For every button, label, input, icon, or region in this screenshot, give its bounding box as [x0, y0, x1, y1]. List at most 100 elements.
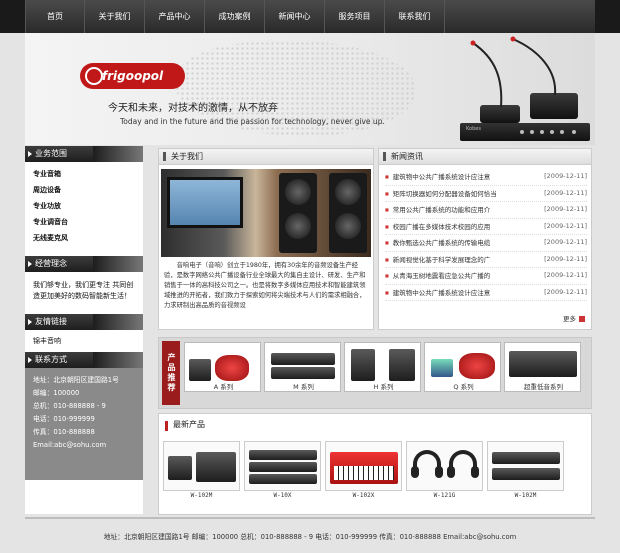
news-item[interactable]: 建筑物中公共广播系统设计应注意 [2009-12-11] [385, 285, 587, 301]
pedal-device [431, 359, 453, 377]
guitar-body [215, 355, 249, 381]
contact-address: 地址：北京朝阳区建国路1号 [33, 376, 119, 384]
category-item[interactable]: 周边设备 [33, 182, 143, 198]
knob-icon [540, 130, 544, 134]
nav-edge-left [0, 0, 25, 33]
news-item-date: [2009-12-11] [544, 287, 587, 296]
piano-keys [334, 466, 394, 480]
news-item-date: [2009-12-11] [544, 238, 587, 246]
new-product-card[interactable] [487, 441, 564, 491]
news-more-link[interactable]: 更多 [563, 313, 585, 323]
rack-device [271, 353, 335, 365]
showcase-caption: Q 系列 [453, 383, 474, 391]
contact-info: 地址：北京朝阳区建国路1号 邮编：100000 总机：010-888888 - … [25, 368, 143, 480]
nav-item-news[interactable]: 新闻中心 [265, 0, 325, 33]
category-item[interactable]: 无线麦克风 [33, 230, 143, 246]
category-item[interactable]: 专业调音台 [33, 214, 143, 230]
business-category-list: 专业音箱 周边设备 专业功放 专业调音台 无线麦克风 [25, 162, 143, 250]
news-item-title[interactable]: 矩阵切换器如何分配器设备如何恰当 [385, 186, 520, 202]
microphone-gooseneck-icon [470, 36, 557, 108]
earcup [411, 466, 419, 478]
section-header-idea: 经营理念 [25, 256, 143, 272]
about-title[interactable]: 关于我们 [171, 152, 203, 161]
earcup [447, 466, 455, 478]
news-item-date: [2009-12-11] [544, 254, 587, 263]
news-item[interactable]: 从青海玉树地震看应急公共广播的 [2009-12-11] [385, 268, 587, 285]
projection-screen [167, 177, 243, 228]
triangle-right-icon [28, 151, 32, 157]
nav-item-about[interactable]: 关于我们 [85, 0, 145, 33]
triangle-right-icon [28, 261, 32, 267]
new-product-card[interactable] [406, 441, 483, 491]
triangle-right-icon [28, 319, 32, 325]
news-item-title[interactable]: 从青海玉树地震看应急公共广播的 [385, 268, 520, 284]
news-item-title[interactable]: 常用公共广播系统的功能和应用介 [385, 202, 520, 218]
nav-item-home[interactable]: 首页 [25, 0, 85, 33]
about-panel: 关于我们 音响电子（音响）创立于1980年，拥有30余年的音频设备生产经验，是数… [158, 148, 374, 330]
showcase-product-q[interactable]: Q 系列 [424, 342, 501, 392]
news-panel: 新闻资讯 建筑物中公共广播系统设计应注意 [2009-12-11] 矩阵切换器如何… [378, 148, 592, 330]
news-item-date: [2009-12-11] [544, 221, 587, 230]
news-item[interactable]: 校园广播在多媒体技术校园的应用 [2009-12-11] [385, 219, 587, 235]
showcase-product-a[interactable]: A 系列 [184, 342, 261, 392]
header-shade [93, 352, 143, 368]
new-product-card[interactable] [325, 441, 402, 491]
news-item-title[interactable]: 教你甄选公共广播系统的传输电缆 [385, 235, 520, 251]
header-shade [93, 146, 143, 162]
news-item-title[interactable]: 校园广播在多媒体技术校园的应用 [385, 219, 520, 235]
contact-email[interactable]: Email:abc@sohu.com [33, 439, 135, 452]
header-shade [93, 256, 143, 272]
about-showroom-image [161, 169, 371, 257]
new-product-card[interactable] [244, 441, 321, 491]
nav-item-products[interactable]: 产品中心 [145, 0, 205, 33]
section-title-business: 业务范围 [35, 149, 67, 158]
knob-icon [530, 130, 534, 134]
speaker-cone [335, 213, 361, 239]
section-header-links: 友情链接 [25, 314, 143, 330]
news-item[interactable]: 建筑物中公共广播系统设计应注意 [2009-12-11] [385, 169, 587, 186]
header-bar-marker [163, 152, 166, 161]
equipment-brand-label: Kobes [466, 126, 481, 132]
new-product-caption: W-102M [514, 492, 537, 499]
product-showcase: 产品推荐 A 系列 M 系列 H 系列 Q 系列 超重低音系列 [158, 337, 592, 409]
news-item-title[interactable]: 建筑物中公共广播系统设计应注意 [385, 169, 520, 185]
more-label: 更多 [563, 315, 576, 323]
news-item-date: [2009-12-11] [544, 172, 587, 180]
section-header-business: 业务范围 [25, 146, 143, 162]
nav-item-cases[interactable]: 成功案例 [205, 0, 265, 33]
amp-device [189, 359, 211, 381]
showcase-caption: M 系列 [293, 383, 314, 391]
slogan-english: Today and in the future and the passion … [120, 117, 385, 126]
nav-item-services[interactable]: 服务项目 [325, 0, 385, 33]
header-shade [93, 314, 143, 330]
showcase-product-sub[interactable]: 超重低音系列 [504, 342, 581, 392]
news-item-date: [2009-12-11] [544, 205, 587, 213]
showcase-product-m[interactable]: M 系列 [264, 342, 341, 392]
contact-phone: 电话：010-999999 [33, 415, 95, 423]
new-product-card[interactable] [163, 441, 240, 491]
news-item[interactable]: 矩阵切换器如何分配器设备如何恰当 [2009-12-11] [385, 186, 587, 202]
friend-link[interactable]: 锦丰音响 [25, 330, 143, 352]
news-item[interactable]: 新闻视觉化基于科学发展理念的广 [2009-12-11] [385, 252, 587, 268]
amp-device [168, 456, 192, 480]
news-item[interactable]: 常用公共广播系统的功能和应用介 [2009-12-11] [385, 202, 587, 219]
news-item[interactable]: 教你甄选公共广播系统的传输电缆 [2009-12-11] [385, 235, 587, 252]
about-description: 音响电子（音响）创立于1980年，拥有30余年的音频设备生产经验，是数字网络公共… [164, 262, 366, 309]
new-product-caption: W-102M [190, 492, 213, 499]
new-products-title[interactable]: 最新产品 [173, 420, 205, 429]
showcase-caption: 超重低音系列 [524, 383, 563, 391]
hero-banner: frigoopol 今天和未来，对技术的激情，从不放弃 Today and in… [25, 33, 595, 145]
logo-ring-icon [85, 67, 103, 85]
showcase-product-h[interactable]: H 系列 [344, 342, 421, 392]
news-list: 建筑物中公共广播系统设计应注意 [2009-12-11] 矩阵切换器如何分配器设备… [379, 165, 591, 301]
news-item-title[interactable]: 新闻视觉化基于科学发展理念的广 [385, 252, 520, 268]
new-product-caption: W-102X [352, 492, 375, 499]
footer-divider [25, 517, 595, 519]
category-item[interactable]: 专业音箱 [33, 166, 143, 182]
news-item-title[interactable]: 建筑物中公共广播系统设计应注意 [385, 285, 520, 301]
showcase-tag: 产品推荐 [162, 341, 180, 405]
showcase-items: A 系列 M 系列 H 系列 Q 系列 超重低音系列 [184, 342, 581, 392]
nav-item-contact[interactable]: 联系我们 [385, 0, 445, 33]
category-item[interactable]: 专业功放 [33, 198, 143, 214]
news-title[interactable]: 新闻资讯 [391, 152, 423, 161]
